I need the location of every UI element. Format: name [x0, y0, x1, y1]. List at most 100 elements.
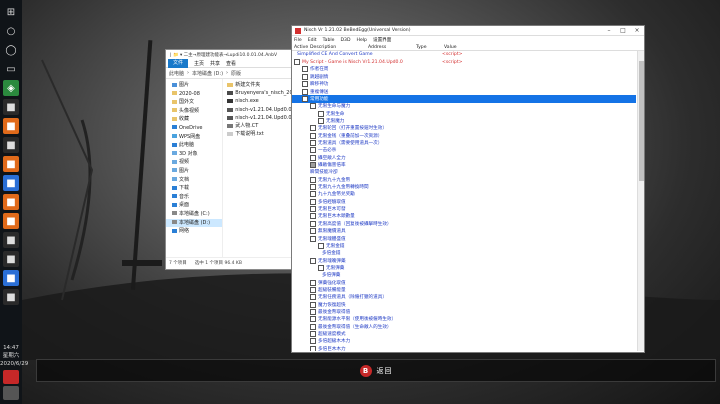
nav-item[interactable]: 国外文: [166, 98, 222, 107]
menu-item[interactable]: Edit: [308, 38, 317, 43]
ribbon-tab[interactable]: 共享: [210, 60, 220, 67]
column-header[interactable]: Active: [294, 45, 308, 50]
ribbon-tab[interactable]: 查看: [226, 60, 236, 67]
app-icon[interactable]: ■: [3, 156, 19, 172]
active-checkbox[interactable]: [310, 294, 316, 301]
explorer-address-bar[interactable]: 此电脑 › 本地磁盘 (D:) › 原版: [166, 68, 299, 79]
active-checkbox[interactable]: [318, 242, 324, 249]
active-checkbox[interactable]: [310, 235, 316, 242]
active-checkbox[interactable]: [310, 125, 316, 132]
show-desktop-icon[interactable]: [3, 386, 19, 400]
nav-item[interactable]: 下载: [166, 184, 222, 193]
column-header[interactable]: Type: [416, 45, 427, 50]
cortana-icon[interactable]: ◯: [3, 42, 19, 58]
breadcrumb-item[interactable]: 原版: [231, 70, 241, 77]
active-checkbox[interactable]: [310, 139, 316, 146]
app-icon[interactable]: ■: [3, 137, 19, 153]
ribbon-tab[interactable]: 文件: [168, 58, 189, 68]
active-checkbox[interactable]: [310, 147, 316, 154]
active-checkbox[interactable]: [302, 88, 308, 95]
nav-item[interactable]: 头像视频: [166, 107, 222, 116]
task-view-icon[interactable]: ▭: [3, 61, 19, 77]
nav-item[interactable]: OneDrive: [166, 124, 222, 133]
file-item[interactable]: nisch-v1.21.04.Upd0.0.: [223, 114, 299, 122]
column-header[interactable]: Description: [310, 45, 336, 50]
app-icon[interactable]: ■: [3, 194, 19, 210]
active-checkbox[interactable]: [310, 184, 316, 191]
active-checkbox[interactable]: [302, 66, 308, 73]
active-checkbox[interactable]: [310, 191, 316, 198]
scrollbar-thumb[interactable]: [639, 61, 644, 181]
active-checkbox[interactable]: [302, 73, 308, 80]
app-icon[interactable]: ■: [3, 289, 19, 305]
active-checkbox[interactable]: [310, 162, 316, 168]
ribbon-tab[interactable]: 主页: [194, 60, 204, 67]
app-icon[interactable]: ■: [3, 118, 19, 134]
app-icon[interactable]: ■: [3, 99, 19, 115]
column-header[interactable]: Value: [444, 45, 457, 50]
nav-item[interactable]: 图片: [166, 167, 222, 176]
menu-item[interactable]: D3D: [340, 38, 350, 43]
column-header[interactable]: Address: [368, 45, 386, 50]
active-checkbox[interactable]: [310, 176, 316, 183]
active-checkbox[interactable]: [310, 206, 316, 213]
active-checkbox[interactable]: [310, 132, 316, 139]
file-item[interactable]: 新建文件夹: [223, 81, 299, 89]
active-checkbox[interactable]: [310, 345, 316, 351]
nav-item[interactable]: 3D 对象: [166, 150, 222, 159]
breadcrumb-item[interactable]: 此电脑: [169, 70, 184, 77]
maximize-button[interactable]: □: [616, 27, 630, 34]
breadcrumb-item[interactable]: 本地磁盘 (D:): [192, 70, 223, 77]
active-checkbox[interactable]: [310, 279, 316, 286]
active-checkbox[interactable]: [294, 59, 300, 66]
menu-item[interactable]: File: [294, 38, 302, 43]
app-icon[interactable]: ■: [3, 175, 19, 191]
nav-item[interactable]: WPS网盘: [166, 133, 222, 142]
menu-item[interactable]: Help: [356, 38, 366, 43]
active-checkbox[interactable]: [310, 323, 316, 330]
app-icon[interactable]: ■: [3, 270, 19, 286]
file-item[interactable]: 下载说明.txt: [223, 130, 299, 138]
active-checkbox[interactable]: [302, 81, 308, 88]
app-icon[interactable]: ■: [3, 213, 19, 229]
active-checkbox[interactable]: [310, 213, 316, 220]
nav-item[interactable]: 收藏: [166, 115, 222, 124]
menu-item[interactable]: Table: [323, 38, 335, 43]
nav-item[interactable]: 桌面: [166, 201, 222, 210]
nav-item[interactable]: 音乐: [166, 193, 222, 202]
file-item[interactable]: nisch.exe: [223, 97, 299, 105]
menu-item[interactable]: 设置界面: [373, 37, 391, 43]
active-checkbox[interactable]: [302, 95, 308, 102]
active-checkbox[interactable]: [310, 154, 316, 161]
nav-item[interactable]: 此电脑: [166, 141, 222, 150]
active-checkbox[interactable]: [310, 309, 316, 315]
active-checkbox[interactable]: [310, 316, 316, 323]
app-icon[interactable]: ■: [3, 251, 19, 267]
active-checkbox[interactable]: [310, 228, 316, 235]
active-checkbox[interactable]: [310, 331, 316, 338]
active-checkbox[interactable]: [318, 264, 324, 271]
file-item[interactable]: Bruyenyera's_nisch_2019: [223, 89, 299, 97]
minimize-button[interactable]: –: [602, 27, 616, 34]
notification-icon[interactable]: [3, 370, 19, 384]
active-checkbox[interactable]: [310, 103, 316, 110]
search-icon[interactable]: ○: [3, 23, 19, 39]
cheat-list-scrollbar[interactable]: [637, 51, 644, 351]
active-checkbox[interactable]: [310, 338, 316, 345]
active-checkbox[interactable]: [310, 286, 316, 293]
nav-item[interactable]: 本地磁盘 (D:): [166, 218, 223, 228]
back-label[interactable]: 返回: [377, 366, 393, 376]
active-checkbox[interactable]: [310, 198, 316, 205]
file-item[interactable]: 武人物.CT: [223, 122, 299, 130]
active-checkbox[interactable]: [310, 301, 316, 308]
nav-item[interactable]: 视频: [166, 158, 222, 167]
active-checkbox[interactable]: [318, 117, 324, 124]
app-icon[interactable]: ■: [3, 232, 19, 248]
b-button-icon[interactable]: B: [359, 364, 372, 377]
nav-item[interactable]: 图片: [166, 81, 222, 90]
active-checkbox[interactable]: [318, 110, 324, 117]
close-button[interactable]: ×: [630, 27, 644, 34]
nav-item[interactable]: 网络: [166, 227, 222, 236]
file-item[interactable]: nisch-v1.21.04.Upd0.0.: [223, 106, 299, 114]
nav-item[interactable]: 2020-08: [166, 90, 222, 99]
